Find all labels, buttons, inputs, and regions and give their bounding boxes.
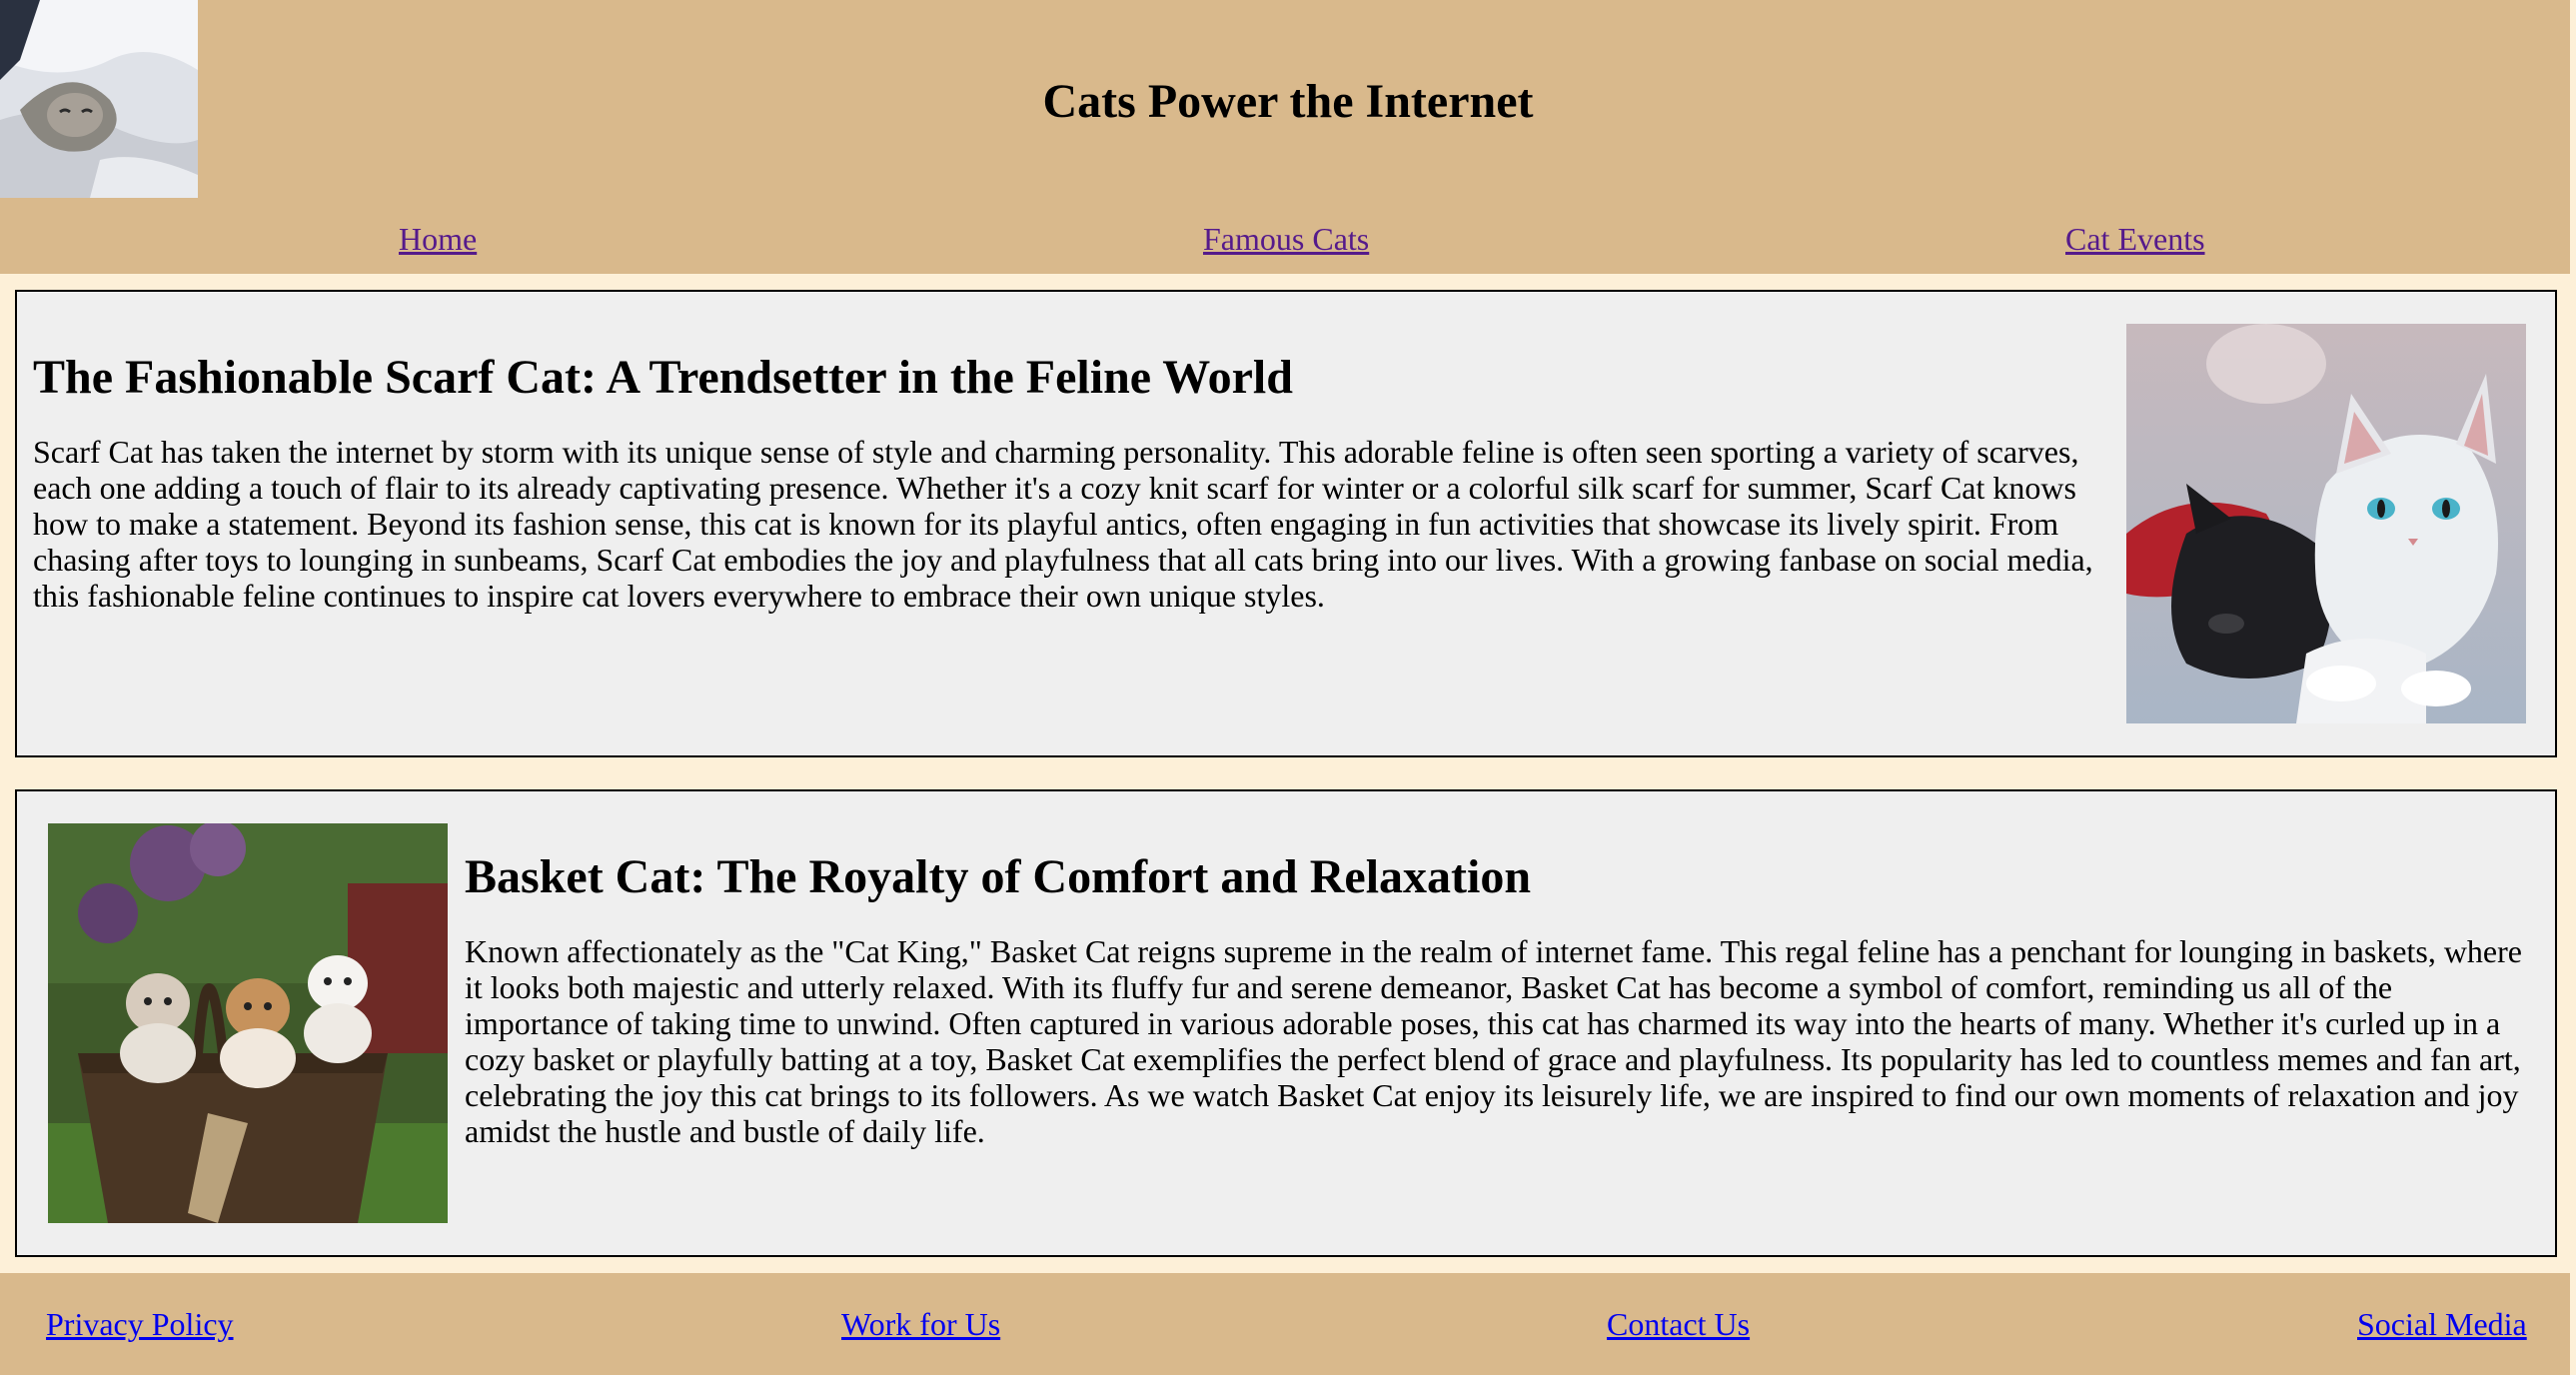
footer-link-work-for-us[interactable]: Work for Us <box>841 1303 1000 1345</box>
page-edge <box>2570 0 2576 1375</box>
two-kittens-image <box>2126 324 2526 723</box>
footer-link-contact-us[interactable]: Contact Us <box>1607 1303 1750 1345</box>
footer-link-privacy-policy[interactable]: Privacy Policy <box>46 1303 234 1345</box>
site-title: Cats Power the Internet <box>1042 75 1534 128</box>
nav-link-cat-events[interactable]: Cat Events <box>2065 218 2205 260</box>
article-basket-cat: Basket Cat: The Royalty of Comfort and R… <box>15 789 2557 1257</box>
article-body: Known affectionately as the "Cat King," … <box>465 933 2522 1149</box>
article-scarf-cat: The Fashionable Scarf Cat: A Trendsetter… <box>15 290 2557 757</box>
article-title: The Fashionable Scarf Cat: A Trendsetter… <box>33 351 1293 404</box>
site-header: Cats Power the Internet Home Famous Cats… <box>0 0 2576 274</box>
nav-link-home[interactable]: Home <box>399 218 477 260</box>
article-title: Basket Cat: The Royalty of Comfort and R… <box>465 850 1532 903</box>
footer-link-social-media[interactable]: Social Media <box>2357 1303 2527 1345</box>
nav-link-famous-cats[interactable]: Famous Cats <box>1203 218 1369 260</box>
kittens-in-basket-image <box>48 823 448 1223</box>
article-body: Scarf Cat has taken the internet by stor… <box>33 434 2093 614</box>
site-footer: Privacy Policy Work for Us Contact Us So… <box>0 1273 2576 1375</box>
